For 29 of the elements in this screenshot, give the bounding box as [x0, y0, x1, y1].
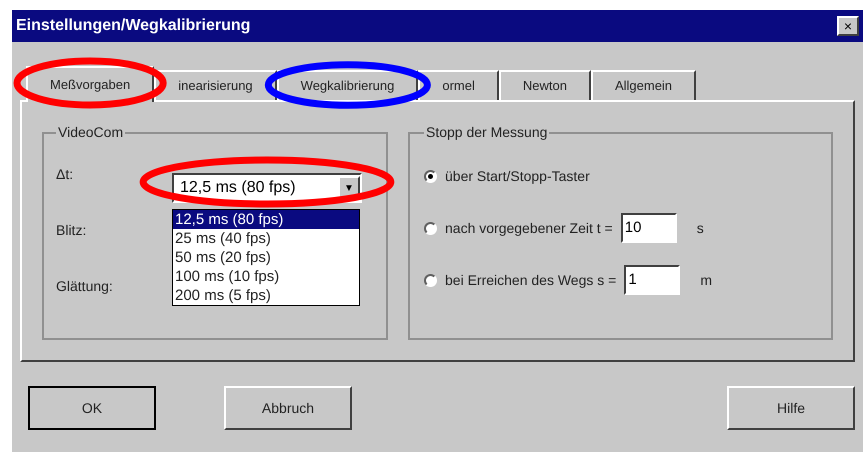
radio-button[interactable] [424, 170, 437, 182]
dropdown-option[interactable]: 100 ms (10 fps) [173, 267, 359, 286]
dropdown-option[interactable]: 200 ms (5 fps) [173, 286, 359, 305]
radio-label: bei Erreichen des Wegs s = [445, 270, 616, 290]
group-title: VideoCom [57, 123, 124, 142]
dropdown-option[interactable]: 25 ms (40 fps) [173, 229, 359, 248]
input-field[interactable]: 10 [620, 213, 677, 243]
group-title: Stopp der Messung [425, 123, 548, 142]
dropdown-option[interactable]: 12,5 ms (80 fps) [173, 210, 359, 229]
input-field[interactable]: 1 [624, 265, 680, 295]
tab[interactable]: Newton [498, 70, 591, 100]
field-label: Glättung: [56, 276, 113, 296]
radio-button[interactable] [424, 274, 437, 286]
dialog-button[interactable]: OK [28, 386, 156, 430]
tab[interactable]: Allgemein [590, 70, 696, 100]
field-label: Δt: [56, 164, 74, 184]
window-title: Einstellungen/Wegkalibrierung [16, 16, 250, 36]
field-label: Blitz: [56, 220, 86, 240]
close-button[interactable]: × [837, 16, 859, 36]
tab[interactable]: ormel [418, 70, 499, 100]
radio-label: nach vorgegebener Zeit t = [445, 218, 613, 238]
radio-label: über Start/Stopp-Taster [445, 166, 590, 186]
radio-button[interactable] [424, 222, 437, 234]
unit-label: m [700, 270, 712, 290]
dialog-button[interactable]: Abbruch [224, 386, 352, 430]
unit-label: s [696, 218, 704, 238]
dropdown-option[interactable]: 50 ms (20 fps) [173, 248, 359, 267]
dialog-button[interactable]: Hilfe [727, 386, 855, 430]
dropdown-value: 12,5 ms (80 fps) [180, 178, 296, 198]
